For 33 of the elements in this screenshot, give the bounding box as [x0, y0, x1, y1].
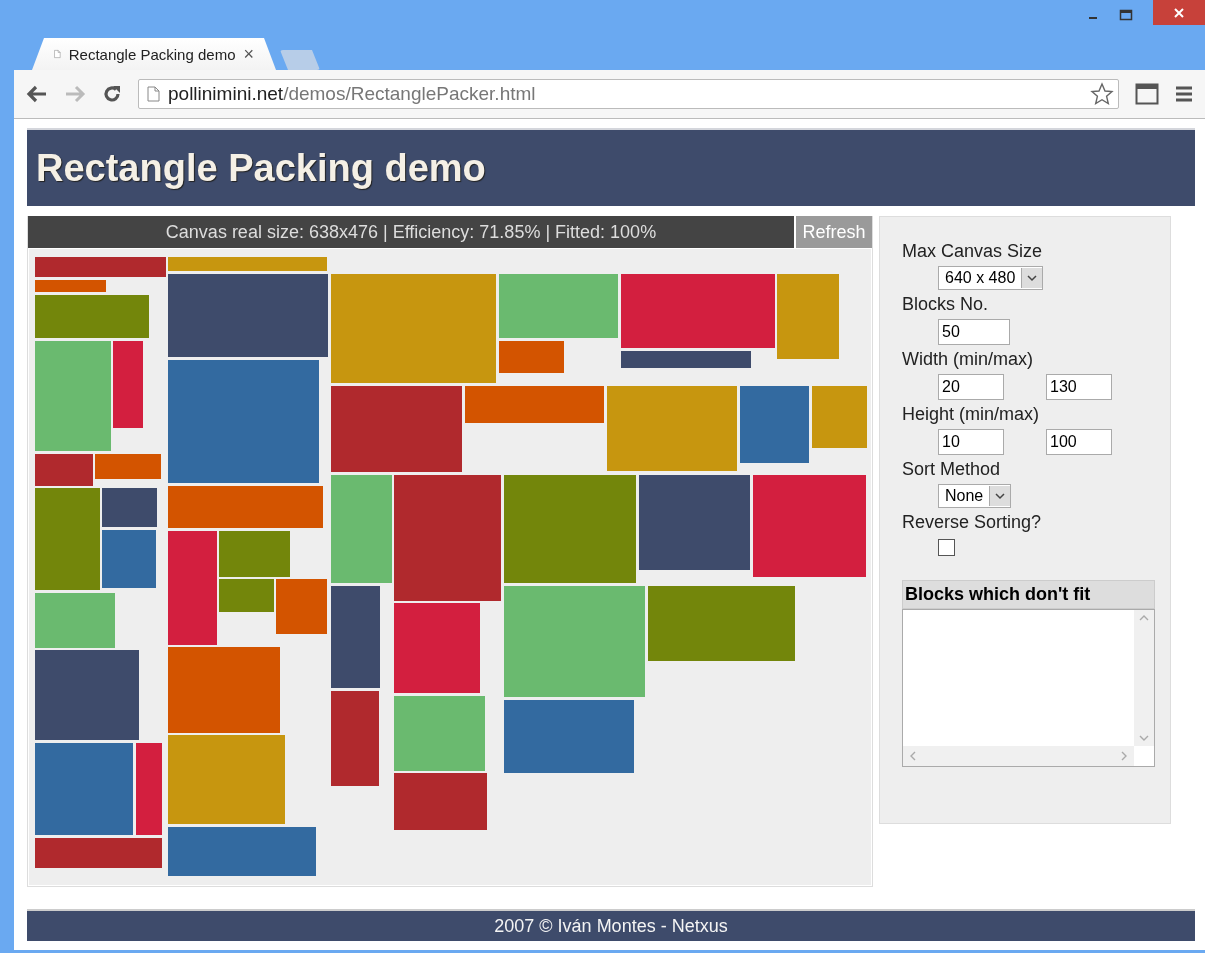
maximize-icon[interactable] — [1119, 9, 1133, 21]
footer-text: 2007 © Iván Montes - Netxus — [494, 915, 728, 937]
list-header: Blocks which don't fit — [902, 580, 1155, 609]
caret-icon[interactable] — [995, 492, 1006, 500]
tab-close-button[interactable]: × — [243, 43, 254, 65]
back-icon[interactable] — [26, 85, 48, 103]
dropdown[interactable]: 640 x 480 — [938, 266, 1044, 290]
input-field[interactable]: 130 — [1046, 374, 1112, 400]
status-text: Canvas real size: 638x476 | Efficiency: 71.85% | Fitted: 100% — [165, 221, 657, 243]
setting-label: Blocks No. — [902, 294, 990, 315]
tab-title: Rectangle Packing demo — [68, 45, 236, 63]
window-icon[interactable] — [1135, 83, 1159, 105]
browser-tab[interactable]: Rectangle Packing demo × — [32, 38, 276, 70]
menu-icon[interactable] — [1175, 86, 1193, 102]
setting-label: Sort Method — [902, 459, 1002, 480]
setting-label: Height (min/max) — [902, 404, 1041, 425]
page-title: Rectangle Packing demo — [36, 146, 486, 190]
checkbox[interactable] — [938, 539, 955, 556]
setting-label: Width (min/max) — [902, 349, 1034, 370]
bookmark-star-icon[interactable] — [1090, 82, 1114, 106]
page-icon — [147, 86, 160, 102]
input-field[interactable]: 20 — [938, 374, 1004, 400]
input-field[interactable]: 100 — [1046, 429, 1112, 455]
address-bar[interactable]: pollinimini.net/demos/RectanglePacker.html — [138, 79, 1119, 109]
input-field[interactable]: 50 — [938, 319, 1010, 345]
close-button[interactable] — [1153, 0, 1205, 25]
reload-icon[interactable] — [102, 84, 122, 104]
setting-label: Max Canvas Size — [902, 241, 1044, 262]
close-icon[interactable] — [1173, 6, 1185, 19]
setting-label: Reverse Sorting? — [902, 512, 1043, 533]
input-field[interactable]: 10 — [938, 429, 1004, 455]
dropdown[interactable]: None — [938, 484, 1012, 508]
caret-icon[interactable] — [1027, 274, 1038, 282]
